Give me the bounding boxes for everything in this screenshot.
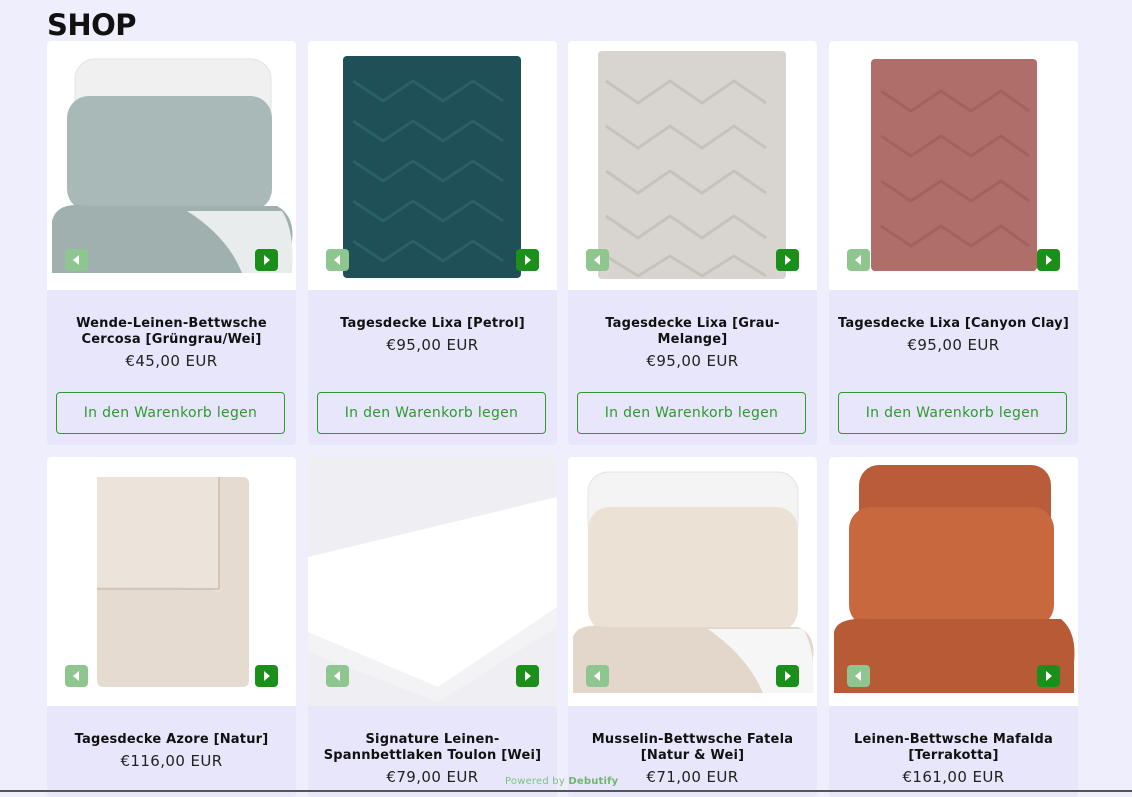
carousel-next-button[interactable] xyxy=(1037,665,1060,687)
add-to-cart-button[interactable]: In den Warenkorb legen xyxy=(838,392,1067,434)
carousel-next-button[interactable] xyxy=(516,249,539,271)
product-card[interactable]: Tagesdecke Lixa [Canyon Clay] €95,00 EUR… xyxy=(829,41,1078,445)
product-card[interactable]: Leinen-Bettwsche Mafalda [Terrakotta] €1… xyxy=(829,457,1078,797)
product-info: Tagesdecke Lixa [Petrol] €95,00 EUR xyxy=(308,316,557,354)
chevron-left-icon xyxy=(594,255,600,265)
chevron-left-icon xyxy=(73,671,79,681)
add-to-cart-button[interactable]: In den Warenkorb legen xyxy=(317,392,546,434)
chevron-left-icon xyxy=(334,255,340,265)
product-price: €161,00 EUR xyxy=(902,768,1005,786)
carousel-next-button[interactable] xyxy=(255,665,278,687)
chevron-right-icon xyxy=(1046,671,1052,681)
powered-by-label: Powered by xyxy=(505,776,565,787)
chevron-left-icon xyxy=(594,671,600,681)
product-title[interactable]: Tagesdecke Lixa [Grau-Melange] xyxy=(576,316,809,348)
product-image[interactable] xyxy=(568,457,817,706)
product-card[interactable]: Signature Leinen-Spannbettlaken Toulon [… xyxy=(308,457,557,797)
product-card[interactable]: Wende-Leinen-Bettwsche Cercosa [Grüngrau… xyxy=(47,41,296,445)
add-to-cart-button[interactable]: In den Warenkorb legen xyxy=(577,392,806,434)
powered-by-footer[interactable]: Powered by Debutify xyxy=(505,776,618,787)
chevron-left-icon xyxy=(855,671,861,681)
product-price: €95,00 EUR xyxy=(646,352,739,370)
chevron-left-icon xyxy=(73,255,79,265)
product-image[interactable] xyxy=(47,41,296,290)
product-title[interactable]: Tagesdecke Lixa [Canyon Clay] xyxy=(837,316,1070,332)
chevron-left-icon xyxy=(334,671,340,681)
product-image[interactable] xyxy=(308,457,557,706)
product-info: Tagesdecke Azore [Natur] €116,00 EUR xyxy=(47,732,296,770)
product-title[interactable]: Musselin-Bettwsche Fatela [Natur & Wei] xyxy=(576,732,809,764)
product-title[interactable]: Wende-Leinen-Bettwsche Cercosa [Grüngrau… xyxy=(55,316,288,348)
product-image[interactable] xyxy=(829,41,1078,290)
product-price: €45,00 EUR xyxy=(125,352,218,370)
product-card[interactable]: Tagesdecke Azore [Natur] €116,00 EUR xyxy=(47,457,296,797)
add-to-cart-button[interactable]: In den Warenkorb legen xyxy=(56,392,285,434)
carousel-prev-button[interactable] xyxy=(847,249,870,271)
carousel-prev-button[interactable] xyxy=(586,249,609,271)
carousel-prev-button[interactable] xyxy=(65,665,88,687)
powered-by-brand[interactable]: Debutify xyxy=(568,776,618,787)
product-card[interactable]: Musselin-Bettwsche Fatela [Natur & Wei] … xyxy=(568,457,817,797)
product-card[interactable]: Tagesdecke Lixa [Petrol] €95,00 EUR In d… xyxy=(308,41,557,445)
product-title[interactable]: Tagesdecke Lixa [Petrol] xyxy=(316,316,549,332)
product-title[interactable]: Tagesdecke Azore [Natur] xyxy=(55,732,288,748)
carousel-next-button[interactable] xyxy=(1037,249,1060,271)
carousel-next-button[interactable] xyxy=(516,665,539,687)
carousel-prev-button[interactable] xyxy=(326,249,349,271)
product-card[interactable]: Tagesdecke Lixa [Grau-Melange] €95,00 EU… xyxy=(568,41,817,445)
chevron-right-icon xyxy=(525,255,531,265)
carousel-next-button[interactable] xyxy=(776,665,799,687)
carousel-prev-button[interactable] xyxy=(65,249,88,271)
product-info: Wende-Leinen-Bettwsche Cercosa [Grüngrau… xyxy=(47,316,296,370)
product-price: €95,00 EUR xyxy=(907,336,1000,354)
product-image[interactable] xyxy=(47,457,296,706)
product-image[interactable] xyxy=(829,457,1078,706)
carousel-next-button[interactable] xyxy=(776,249,799,271)
chevron-right-icon xyxy=(264,671,270,681)
product-price: €95,00 EUR xyxy=(386,336,479,354)
chevron-right-icon xyxy=(785,671,791,681)
product-info: Tagesdecke Lixa [Canyon Clay] €95,00 EUR xyxy=(829,316,1078,354)
product-title[interactable]: Signature Leinen-Spannbettlaken Toulon [… xyxy=(316,732,549,764)
chevron-left-icon xyxy=(855,255,861,265)
carousel-next-button[interactable] xyxy=(255,249,278,271)
carousel-prev-button[interactable] xyxy=(586,665,609,687)
product-title[interactable]: Leinen-Bettwsche Mafalda [Terrakotta] xyxy=(837,732,1070,764)
product-image[interactable] xyxy=(308,41,557,290)
page-title: SHOP xyxy=(47,8,137,42)
carousel-prev-button[interactable] xyxy=(847,665,870,687)
chevron-right-icon xyxy=(264,255,270,265)
product-info: Leinen-Bettwsche Mafalda [Terrakotta] €1… xyxy=(829,732,1078,786)
product-price: €116,00 EUR xyxy=(120,752,223,770)
product-image[interactable] xyxy=(568,41,817,290)
carousel-prev-button[interactable] xyxy=(326,665,349,687)
chevron-right-icon xyxy=(785,255,791,265)
chevron-right-icon xyxy=(525,671,531,681)
chevron-right-icon xyxy=(1046,255,1052,265)
product-info: Tagesdecke Lixa [Grau-Melange] €95,00 EU… xyxy=(568,316,817,370)
